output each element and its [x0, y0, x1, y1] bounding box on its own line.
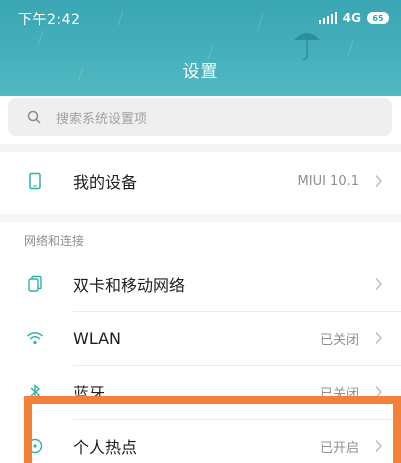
my-device-label: 我的设备 [73, 173, 138, 192]
battery-level: 65 [372, 13, 384, 23]
my-device-row[interactable]: 我的设备 MIUI 10.1 [0, 154, 401, 208]
sim-card-icon [26, 275, 44, 293]
status-time: 下午2:42 [18, 12, 81, 28]
divider [0, 144, 401, 152]
wlan-label: WLAN [73, 328, 122, 348]
section-header-network: 网络和连接 [24, 234, 85, 248]
divider [0, 214, 401, 222]
sim-network-row[interactable]: 双卡和移动网络 [0, 257, 401, 311]
chevron-right-icon [375, 174, 383, 188]
search-placeholder: 搜索系统设置项 [56, 111, 148, 127]
status-bar: 下午2:42 4G 65 [0, 0, 401, 36]
battery-icon: 65 [367, 12, 389, 24]
wifi-icon [26, 329, 44, 347]
sim-network-label: 双卡和移动网络 [73, 276, 186, 295]
chevron-right-icon [375, 331, 383, 345]
highlight-box [24, 396, 401, 463]
wlan-status: 已关闭 [319, 332, 359, 348]
header-banner: 下午2:42 4G 65 设置 [0, 0, 401, 96]
network-type: 4G [342, 11, 361, 25]
status-indicators: 4G 65 [318, 10, 389, 26]
search-input[interactable]: 搜索系统设置项 [8, 98, 392, 136]
my-device-value: MIUI 10.1 [297, 173, 359, 189]
search-icon [27, 110, 41, 124]
rain-decoration [347, 40, 354, 56]
search-area: 搜索系统设置项 [0, 96, 401, 144]
signal-icon [318, 12, 337, 24]
page-title: 设置 [182, 62, 219, 82]
phone-icon [26, 172, 44, 190]
wlan-row[interactable]: WLAN 已关闭 [0, 311, 401, 365]
chevron-right-icon [375, 277, 383, 291]
